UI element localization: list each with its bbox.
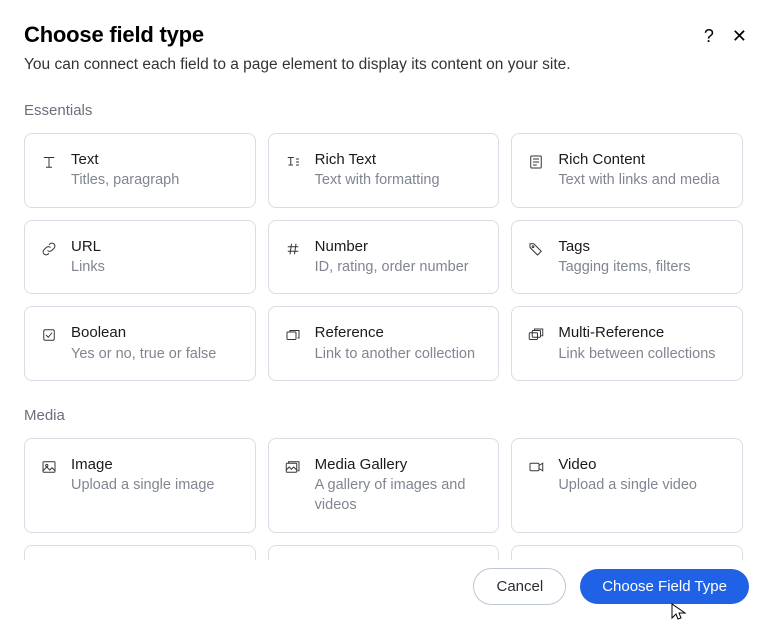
card-title: Rich Text: [315, 150, 440, 170]
field-type-multi-reference[interactable]: Multi-Reference Link between collections: [511, 306, 743, 381]
card-title: Reference: [315, 323, 475, 343]
card-desc: Titles, paragraph: [71, 171, 179, 191]
card-desc: Upload a single video: [558, 476, 697, 496]
card-title: Video: [558, 455, 697, 475]
multi-reference-icon: [526, 325, 546, 345]
field-type-audio[interactable]: Audio Upload a audio file: [24, 545, 256, 561]
field-type-media-gallery[interactable]: Media Gallery A gallery of images and vi…: [268, 438, 500, 532]
card-desc: Tagging items, filters: [558, 258, 690, 278]
field-type-boolean[interactable]: Boolean Yes or no, true or false: [24, 306, 256, 381]
card-title: Tags: [558, 237, 690, 257]
page-subtitle: You can connect each field to a page ele…: [24, 54, 571, 76]
card-title: Text: [71, 150, 179, 170]
section-heading-media: Media: [24, 407, 743, 424]
field-type-rich-content[interactable]: Rich Content Text with links and media: [511, 133, 743, 208]
number-icon: [283, 239, 303, 259]
field-type-number[interactable]: Number ID, rating, order number: [268, 220, 500, 295]
card-desc: Upload a single image: [71, 476, 214, 496]
card-desc: Yes or no, true or false: [71, 345, 216, 365]
card-desc: Text with links and media: [558, 171, 719, 191]
card-title: URL: [71, 237, 105, 257]
rich-content-icon: [526, 152, 546, 172]
field-type-multiple-documents[interactable]: Multiple documents Let site site visitor…: [511, 545, 743, 561]
reference-icon: [283, 325, 303, 345]
boolean-icon: [39, 325, 59, 345]
image-icon: [39, 457, 59, 477]
card-title: Rich Content: [558, 150, 719, 170]
card-desc: Link between collections: [558, 345, 715, 365]
card-desc: ID, rating, order number: [315, 258, 469, 278]
help-icon[interactable]: ?: [704, 26, 714, 47]
card-title: Boolean: [71, 323, 216, 343]
card-desc: A gallery of images and videos: [315, 476, 485, 515]
text-icon: [39, 152, 59, 172]
section-heading-essentials: Essentials: [24, 102, 743, 119]
field-type-tags[interactable]: Tags Tagging items, filters: [511, 220, 743, 295]
card-title: Media Gallery: [315, 455, 485, 475]
field-type-url[interactable]: URL Links: [24, 220, 256, 295]
card-title: Multi-Reference: [558, 323, 715, 343]
field-type-video[interactable]: Video Upload a single video: [511, 438, 743, 532]
media-gallery-icon: [283, 457, 303, 477]
field-type-text[interactable]: Text Titles, paragraph: [24, 133, 256, 208]
field-type-reference[interactable]: Reference Link to another collection: [268, 306, 500, 381]
page-title: Choose field type: [24, 22, 571, 48]
tags-icon: [526, 239, 546, 259]
close-icon[interactable]: ✕: [732, 26, 747, 47]
field-type-scroll[interactable]: Essentials Text Titles, paragraph Rich T…: [24, 96, 749, 560]
field-type-image[interactable]: Image Upload a single image: [24, 438, 256, 532]
card-desc: Links: [71, 258, 105, 278]
field-type-rich-text[interactable]: Rich Text Text with formatting: [268, 133, 500, 208]
url-icon: [39, 239, 59, 259]
dialog-footer: Cancel Choose Field Type: [0, 560, 773, 630]
video-icon: [526, 457, 546, 477]
field-type-document[interactable]: Document Add files to a collection: [268, 545, 500, 561]
card-title: Number: [315, 237, 469, 257]
card-desc: Text with formatting: [315, 171, 440, 191]
card-title: Image: [71, 455, 214, 475]
cancel-button[interactable]: Cancel: [473, 568, 566, 605]
rich-text-icon: [283, 152, 303, 172]
choose-field-type-button[interactable]: Choose Field Type: [580, 569, 749, 604]
card-desc: Link to another collection: [315, 345, 475, 365]
